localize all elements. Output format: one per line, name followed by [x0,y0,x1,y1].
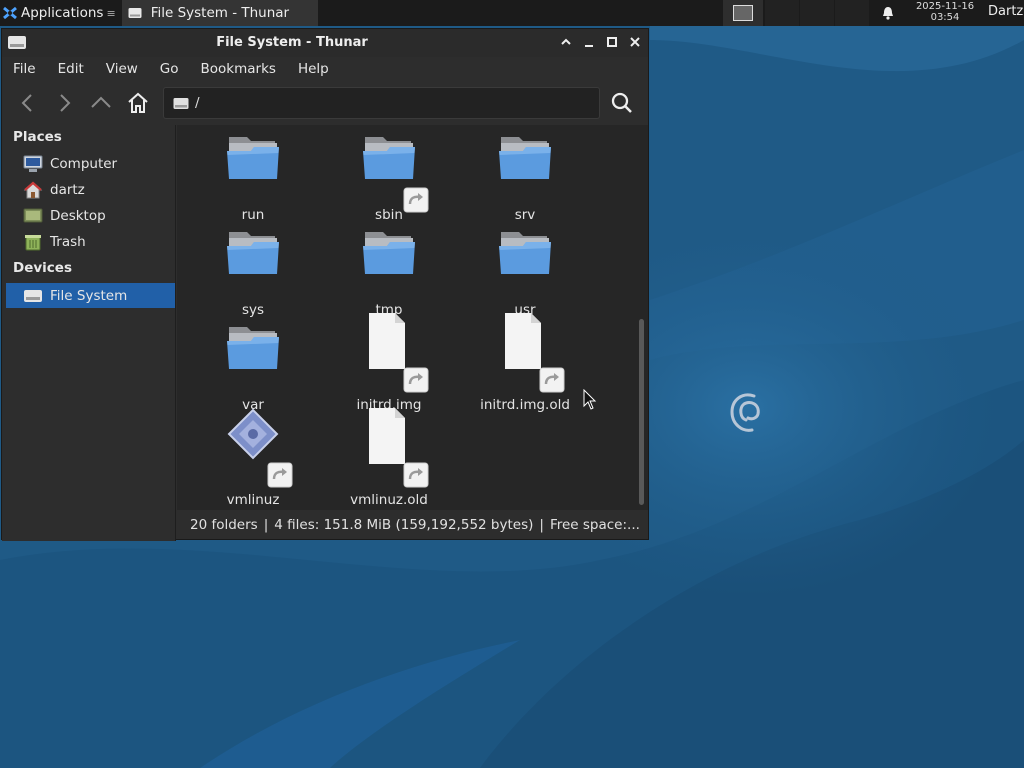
menu-view[interactable]: View [95,61,149,77]
sidebar-item-file-system[interactable]: File System [6,283,175,308]
status-separator: | [263,516,269,533]
status-folder-count: 20 folders [190,516,258,533]
computer-icon [23,155,43,173]
status-file-summary: 4 files: 151.8 MiB (159,192,552 bytes) [274,516,534,533]
workspace-1-button[interactable] [723,0,763,26]
drive-icon [128,7,142,19]
file-icon [359,406,419,466]
window-titlebar[interactable]: File System - Thunar [2,29,648,57]
home-button[interactable] [126,91,150,115]
file-view[interactable]: run sbin srv sys tmp usr var initrd.img initrd.i… [177,125,648,510]
workspace-3-button[interactable] [800,0,834,26]
sidebar-item-label: Desktop [50,208,106,224]
statusbar: 20 folders | 4 files: 151.8 MiB (159,192… [177,510,648,539]
user-menu[interactable]: Dartz [988,4,1023,19]
window-maximize-button[interactable] [605,35,619,49]
window-shade-button[interactable] [559,35,573,49]
file-item-label: sbin [375,207,403,223]
workspace-thumbnail [733,5,753,21]
places-heading: Places [13,129,62,145]
folder-icon [223,321,283,381]
home-folder-icon [23,181,43,199]
sidebar: Places Computer dartz Desktop Trash Devi [2,125,176,541]
notification-bell-icon[interactable] [880,5,896,21]
taskbar-window-button[interactable]: File System - Thunar [121,0,318,26]
file-item-label: srv [514,207,536,223]
folder-icon [223,131,283,191]
symlink-emblem-icon [539,367,565,393]
file-item-label: run [241,207,265,223]
drive-icon [23,287,43,305]
sidebar-item-label: Trash [50,234,86,250]
file-item-label: sys [241,302,265,318]
file-item-initrd-img-old[interactable]: initrd.img.old [457,313,570,430]
parent-folder-button[interactable] [89,91,113,115]
window-title: File System - Thunar [216,35,368,50]
symlink-emblem-icon [267,462,293,488]
workspace-4-button[interactable] [835,0,869,26]
devices-heading: Devices [13,260,72,276]
sidebar-item-dartz[interactable]: dartz [6,178,175,202]
workspace-2-button[interactable] [765,0,799,26]
top-panel: Applications ≡ File System - Thunar 2025… [0,0,1024,26]
sidebar-item-label: Computer [50,156,118,172]
folder-icon [495,226,555,286]
menu-edit[interactable]: Edit [47,61,95,77]
sidebar-item-label: dartz [50,182,85,198]
mouse-pointer-icon [583,388,597,411]
status-free-space: Free space:... [549,516,640,533]
clock-time: 03:54 [930,12,960,23]
forward-button[interactable] [52,91,76,115]
menubar: File Edit View Go Bookmarks Help [2,57,648,81]
status-separator: | [539,516,544,533]
file-item-label: vmlinuz.old [350,492,428,508]
menu-bookmarks[interactable]: Bookmarks [190,61,287,77]
window-close-button[interactable] [628,35,642,49]
menu-help[interactable]: Help [287,61,340,77]
menu-go[interactable]: Go [149,61,190,77]
file-item-label: vmlinuz [226,492,280,508]
file-icon [359,311,419,371]
file-item-vmlinuz-old[interactable]: vmlinuz.old [321,408,431,510]
window-minimize-button[interactable] [582,35,596,49]
trash-icon [23,233,43,251]
file-item-label: initrd.img.old [480,397,570,413]
debian-swirl-logo [726,382,772,438]
drive-icon [173,97,189,110]
folder-icon [359,226,419,286]
xfce-logo-icon [2,5,18,21]
applications-overflow-icon: ≡ [106,6,116,20]
sidebar-item-desktop[interactable]: Desktop [6,204,175,228]
folder-icon [495,131,555,191]
sidebar-item-label: File System [50,287,128,304]
search-button[interactable] [610,91,634,115]
clock-date: 2025-11-16 [915,1,975,12]
symlink-emblem-icon [403,462,429,488]
location-bar[interactable]: / [163,87,600,119]
sidebar-item-computer[interactable]: Computer [6,152,175,176]
toolbar: / [2,83,648,123]
taskbar-window-label: File System - Thunar [150,5,290,21]
folder-icon [359,131,419,191]
back-button[interactable] [16,91,40,115]
desktop-icon [23,207,43,225]
applications-menu-button[interactable]: Applications ≡ [0,0,120,26]
sidebar-item-trash[interactable]: Trash [6,230,175,254]
file-icon [495,311,555,371]
applications-label: Applications [21,5,104,21]
folder-icon [223,226,283,286]
location-path: / [195,95,200,111]
file-item-vmlinuz[interactable]: vmlinuz [185,408,295,510]
symlink-emblem-icon [403,367,429,393]
vertical-scrollbar[interactable] [639,319,644,505]
menu-file[interactable]: File [2,61,47,77]
kernel-binary-icon [223,406,283,466]
panel-clock[interactable]: 2025-11-16 03:54 [910,1,980,23]
thunar-window: File System - Thunar File Edit View Go B… [1,28,649,541]
